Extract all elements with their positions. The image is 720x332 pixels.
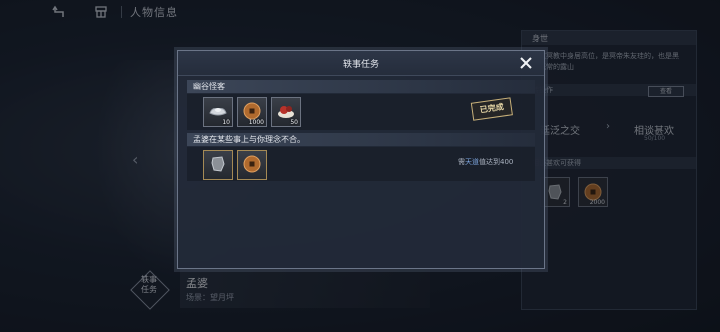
task-header: 幽谷怪客 bbox=[187, 80, 535, 93]
reward-count: 50 bbox=[290, 119, 298, 126]
stone-icon bbox=[211, 156, 225, 172]
close-icon[interactable] bbox=[520, 57, 532, 69]
reward-item[interactable]: 1000 bbox=[237, 97, 267, 127]
reward-count: 10 bbox=[222, 119, 230, 126]
requirement-suffix: 值达到400 bbox=[479, 158, 514, 166]
dialog-title-bar: 轶事任务 bbox=[178, 51, 544, 76]
reward-item[interactable]: 50 bbox=[271, 97, 301, 127]
task-header: 孟婆在某些事上与你理念不合。 bbox=[187, 133, 535, 146]
requirement-text: 需天道值达到400 bbox=[458, 157, 513, 167]
reward-item[interactable] bbox=[203, 150, 233, 180]
requirement-highlight: 天道 bbox=[465, 158, 479, 166]
requirement-prefix: 需 bbox=[458, 158, 465, 166]
task-title: 幽谷怪客 bbox=[193, 82, 225, 91]
food-icon bbox=[278, 106, 294, 118]
dialog-title: 轶事任务 bbox=[342, 60, 379, 70]
copper-coin-icon bbox=[243, 102, 261, 120]
silver-ingot-icon bbox=[209, 108, 227, 116]
reward-count: 1000 bbox=[248, 119, 264, 126]
task-title: 孟婆在某些事上与你理念不合。 bbox=[193, 135, 305, 144]
anecdote-task-dialog: 轶事任务 幽谷怪客 10 1000 50 已完成 孟婆在某些事上与你理念不合。 … bbox=[177, 50, 545, 269]
reward-item[interactable]: 10 bbox=[203, 97, 233, 127]
copper-coin-icon bbox=[243, 155, 261, 173]
reward-item[interactable] bbox=[237, 150, 267, 180]
